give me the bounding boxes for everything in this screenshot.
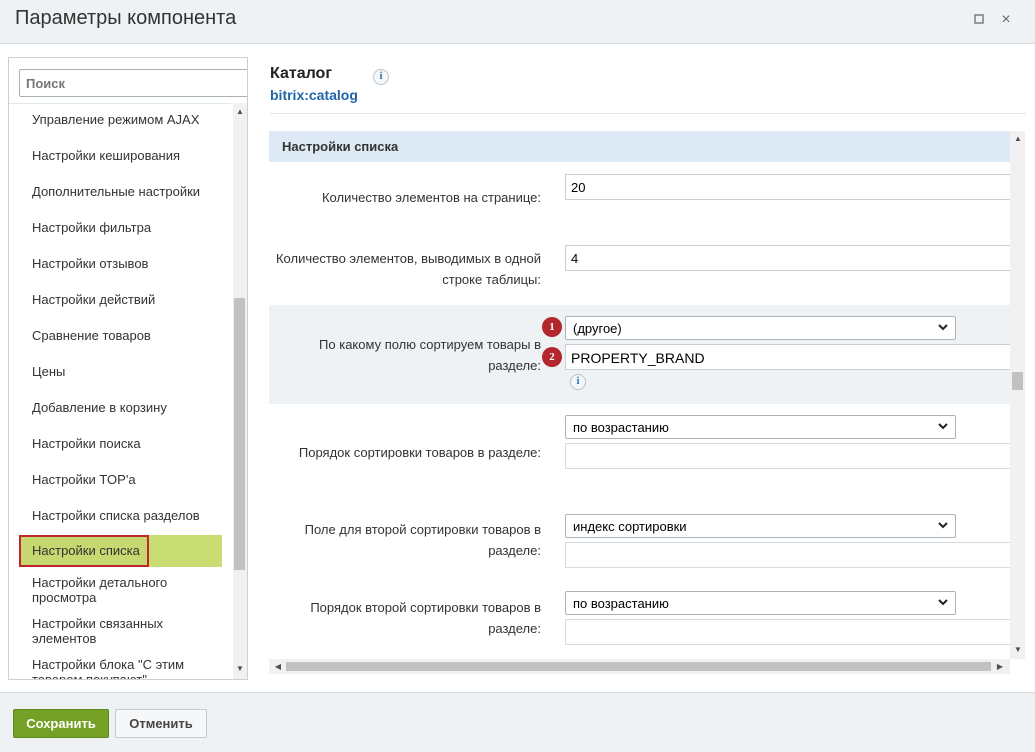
sort-order-select-value: по возрастанию (573, 420, 669, 435)
section-title: Настройки списка (269, 131, 1010, 162)
sort-field-select[interactable]: (другое) (565, 316, 956, 340)
sort-field2-custom-input[interactable] (565, 542, 1010, 568)
scroll-down-arrow-icon[interactable]: ▼ (233, 662, 247, 676)
sidebar-item-actions[interactable]: Настройки действий (19, 292, 221, 307)
sidebar-item-also-bought[interactable]: Настройки блока "С этим товаром покупают… (19, 657, 221, 679)
sort-order2-select-value: по возрастанию (573, 596, 669, 611)
sort-field2-select[interactable]: индекс сортировки (565, 514, 956, 538)
sort-field-label: По какому полю сортируем товары в раздел… (319, 337, 541, 373)
scroll-up-arrow-icon[interactable]: ▲ (1011, 132, 1025, 146)
page-element-count-label: Количество элементов на странице: (321, 190, 541, 205)
line-element-count-label: Количество элементов, выводимых в одной … (275, 251, 541, 287)
settings-panel: Настройки списка Количество элементов на… (269, 131, 1010, 659)
line-element-count-input[interactable]: 4 (565, 245, 1010, 271)
dialog-footer: Сохранить Отменить (0, 692, 1035, 752)
sidebar: Управление режимом AJAX Настройки кеширо… (8, 57, 248, 680)
sidebar-item-list[interactable]: Настройки списка (19, 535, 149, 567)
sidebar-item-additional[interactable]: Дополнительные настройки (19, 184, 221, 199)
content-scrollbar[interactable]: ▲ ▼ (1010, 131, 1025, 659)
sort-field2-select-value: индекс сортировки (573, 519, 687, 534)
sidebar-item-detail[interactable]: Настройки детального просмотра (19, 575, 221, 605)
sidebar-item-top[interactable]: Настройки TOP'а (19, 472, 221, 487)
content-hscrollbar[interactable]: ◀ ▶ (269, 659, 1010, 674)
maximize-icon[interactable] (971, 12, 987, 28)
content-scroll-thumb[interactable] (1012, 372, 1023, 390)
search-input[interactable] (19, 69, 247, 97)
sidebar-item-search[interactable]: Настройки поиска (19, 436, 221, 451)
sidebar-item-sections[interactable]: Настройки списка разделов (19, 508, 221, 523)
chevron-down-icon (937, 595, 949, 612)
annotation-badge-1: 1 (542, 317, 562, 337)
annotation-badge-2: 2 (542, 347, 562, 367)
sidebar-item-basket[interactable]: Добавление в корзину (19, 400, 221, 415)
header-divider (270, 113, 1026, 114)
sidebar-nav: Управление режимом AJAX Настройки кеширо… (9, 103, 231, 679)
scroll-right-arrow-icon[interactable]: ▶ (993, 660, 1007, 674)
chevron-down-icon (937, 419, 949, 436)
cancel-button[interactable]: Отменить (115, 709, 207, 738)
sidebar-item-compare[interactable]: Сравнение товаров (19, 328, 221, 343)
close-icon[interactable]: × (998, 12, 1014, 28)
chevron-down-icon (937, 320, 949, 337)
scroll-down-arrow-icon[interactable]: ▼ (1011, 643, 1025, 657)
window-title: Параметры компонента (15, 7, 237, 29)
sidebar-item-filter[interactable]: Настройки фильтра (19, 220, 221, 235)
sidebar-scroll-thumb[interactable] (234, 298, 245, 570)
scroll-up-arrow-icon[interactable]: ▲ (233, 105, 247, 119)
sort-field-info-icon[interactable]: i (570, 374, 586, 390)
sort-field-select-value: (другое) (573, 321, 622, 336)
sort-order2-custom-input[interactable] (565, 619, 1010, 645)
window-titlebar: Параметры компонента × (0, 0, 1035, 44)
sort-order-custom-input[interactable] (565, 443, 1010, 469)
info-icon[interactable]: i (373, 69, 389, 85)
sort-order-select[interactable]: по возрастанию (565, 415, 956, 439)
sort-order2-label: Порядок второй сортировки товаров в разд… (310, 600, 541, 636)
content-hscroll-thumb[interactable] (286, 662, 991, 671)
sidebar-item-related[interactable]: Настройки связанных элементов (19, 616, 221, 646)
sidebar-item-cache[interactable]: Настройки кеширования (19, 148, 221, 163)
save-button[interactable]: Сохранить (13, 709, 109, 738)
sidebar-scrollbar[interactable]: ▲ ▼ (233, 103, 247, 679)
sidebar-item-ajax[interactable]: Управление режимом AJAX (19, 112, 221, 127)
sort-order2-select[interactable]: по возрастанию (565, 591, 956, 615)
chevron-down-icon (937, 518, 949, 535)
component-name: Каталог (270, 65, 332, 82)
sidebar-item-prices[interactable]: Цены (19, 364, 221, 379)
component-code: bitrix:catalog (270, 87, 358, 103)
page-element-count-input[interactable]: 20 (565, 174, 1010, 200)
sort-field2-label: Поле для второй сортировки товаров в раз… (304, 522, 541, 558)
sidebar-item-reviews[interactable]: Настройки отзывов (19, 256, 221, 271)
scroll-left-arrow-icon[interactable]: ◀ (271, 660, 285, 674)
sort-field-custom-input[interactable]: PROPERTY_BRAND (565, 344, 1010, 370)
sort-order-label: Порядок сортировки товаров в разделе: (298, 445, 541, 460)
